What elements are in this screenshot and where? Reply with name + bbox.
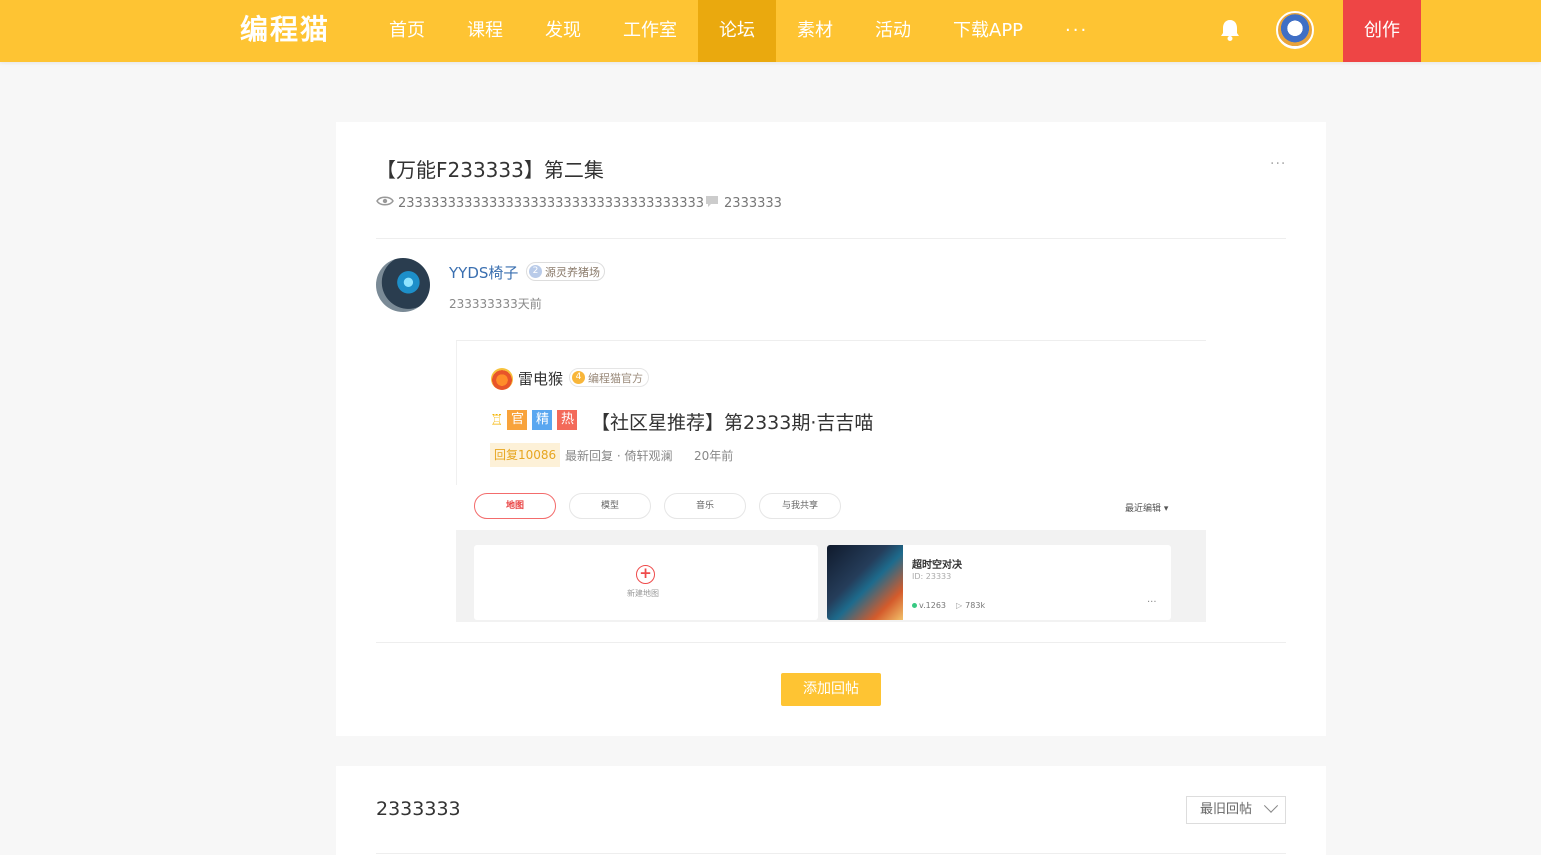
badge-level: 2 <box>529 265 542 278</box>
monkey-avatar-icon <box>491 368 513 390</box>
sort-label: 最旧回帖 <box>1200 802 1253 817</box>
divider <box>376 642 1286 643</box>
nav-item-home[interactable]: 首页 <box>368 0 446 62</box>
post-more-icon[interactable]: ··· <box>1270 156 1286 172</box>
embedded-reply-count: 回复10086 <box>490 443 561 467</box>
nav-item-download-app[interactable]: 下载APP <box>932 0 1044 62</box>
nav-menu: 首页 课程 发现 工作室 论坛 素材 活动 下载APP ··· <box>368 0 1109 62</box>
project-name: 超时空对决 <box>912 560 962 571</box>
divider <box>376 238 1286 239</box>
replies-card: 2333333 最旧回帖 <box>336 766 1326 855</box>
post-card: 【万能F233333】第二集 ··· 233333333333333333333… <box>336 122 1326 736</box>
comment-icon <box>704 194 724 212</box>
project-plays: 783k <box>965 601 986 610</box>
nav-more-icon[interactable]: ··· <box>1044 0 1109 62</box>
eye-icon <box>376 195 398 211</box>
embedded-time: 20年前 <box>694 449 734 463</box>
post-tags: ♖ 官 精 热 <box>490 410 582 430</box>
embedded-latest-reply: 最新回复 · 倚轩观澜 <box>565 449 673 463</box>
embedded-post-header: 雷电猴 4 编程猫官方 ♖ 官 精 热 【社区星推荐】第2333期·吉吉喵 回复… <box>456 341 1206 485</box>
project-version: v.1263 <box>919 601 947 610</box>
nav-item-discover[interactable]: 发现 <box>524 0 602 62</box>
nav-item-events[interactable]: 活动 <box>854 0 932 62</box>
embedded-post-title: 【社区星推荐】第2333期·吉吉喵 <box>591 412 874 434</box>
embedded-user-badge: 4 编程猫官方 <box>569 368 649 387</box>
view-count: 2333333333333333333333333333333333333 <box>398 195 705 211</box>
embedded-work-area: + 新建地图 超时空对决 ID: 23333 v.1263 ▷ 783k ··· <box>456 530 1206 622</box>
post-meta: 2333333333333333333333333333333333333 23… <box>376 194 782 212</box>
top-nav: 编程猫 首页 课程 发现 工作室 论坛 素材 活动 下载APP ··· 创作 <box>0 0 1541 62</box>
tab-shared: 与我共享 <box>759 493 841 519</box>
sort-dropdown[interactable]: 最旧回帖 <box>1186 796 1286 824</box>
divider <box>376 853 1286 854</box>
new-map-label: 新建地图 <box>627 589 659 598</box>
badge-text: 源灵养猪场 <box>545 265 600 279</box>
project-id: ID: 23333 <box>912 572 952 581</box>
new-map-card: + 新建地图 <box>474 545 818 620</box>
chevron-down-icon <box>1263 798 1279 813</box>
replies-count: 2333333 <box>376 798 461 820</box>
project-card: 超时空对决 ID: 23333 v.1263 ▷ 783k ··· <box>827 545 1171 620</box>
plus-icon: + <box>636 565 655 584</box>
project-more-icon: ··· <box>1147 597 1157 608</box>
project-stats: v.1263 ▷ 783k <box>912 601 985 610</box>
tag-official: 官 <box>507 410 528 430</box>
nav-item-materials[interactable]: 素材 <box>776 0 854 62</box>
reply-count: 2333333 <box>724 195 782 211</box>
post-title: 【万能F233333】第二集 <box>376 158 604 182</box>
add-reply-button[interactable]: 添加回帖 <box>781 673 881 706</box>
recent-edit-sort: 最近编辑 ▾ <box>1125 504 1169 514</box>
user-avatar[interactable] <box>1276 11 1314 49</box>
project-thumbnail <box>827 545 903 620</box>
nav-item-courses[interactable]: 课程 <box>446 0 524 62</box>
author-avatar[interactable] <box>376 258 430 312</box>
nav-item-forum[interactable]: 论坛 <box>698 0 776 62</box>
tag-hot: 热 <box>557 410 578 430</box>
embedded-filter-tabs: 地图 模型 音乐 与我共享 最近编辑 ▾ <box>456 485 1206 530</box>
play-icon: ▷ <box>956 601 963 610</box>
tab-music: 音乐 <box>664 493 746 519</box>
create-button[interactable]: 创作 <box>1343 0 1421 62</box>
tab-model: 模型 <box>569 493 651 519</box>
author-name[interactable]: YYDS椅子 <box>449 262 518 283</box>
author-badge: 2 源灵养猪场 <box>526 262 605 281</box>
tab-map: 地图 <box>474 493 556 519</box>
crown-icon: ♖ <box>490 411 504 429</box>
post-image: 雷电猴 4 编程猫官方 ♖ 官 精 热 【社区星推荐】第2333期·吉吉喵 回复… <box>456 340 1206 622</box>
embedded-user-name: 雷电猴 <box>518 370 564 388</box>
post-time: 233333333天前 <box>449 297 542 311</box>
status-dot-icon <box>912 603 917 608</box>
tag-featured: 精 <box>532 410 553 430</box>
badge-level: 4 <box>572 371 585 384</box>
bell-icon[interactable] <box>1216 16 1244 44</box>
nav-item-studio[interactable]: 工作室 <box>602 0 698 62</box>
badge-text: 编程猫官方 <box>588 371 643 385</box>
logo[interactable]: 编程猫 <box>240 12 330 48</box>
